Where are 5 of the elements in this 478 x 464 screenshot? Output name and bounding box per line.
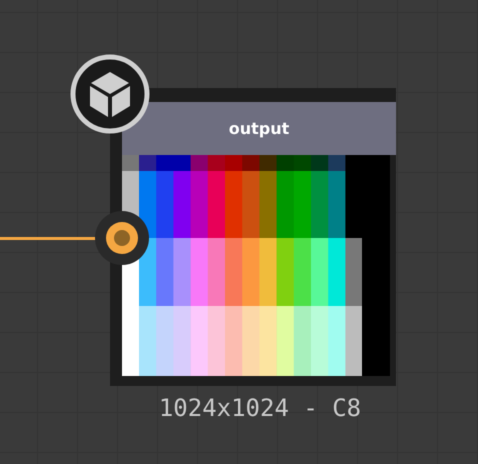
- input-socket[interactable]: [95, 211, 149, 265]
- node-frame[interactable]: output: [110, 88, 396, 386]
- node-title: output: [122, 102, 396, 155]
- resolution-label: 1024x1024 - C8: [158, 393, 362, 424]
- cube-icon: [70, 54, 150, 134]
